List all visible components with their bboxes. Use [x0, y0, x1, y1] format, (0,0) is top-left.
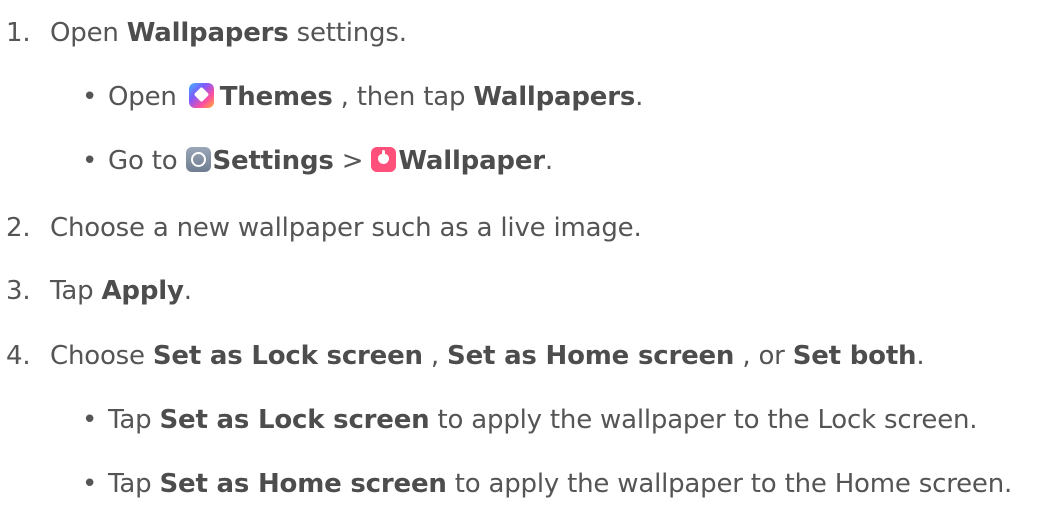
- substep-text: to apply the wallpaper to the Home scree…: [446, 469, 1013, 499]
- substep-text: .: [544, 146, 553, 176]
- step-text: Choose: [50, 341, 153, 371]
- step-1-substep-2: • Go to Settings > Wallpaper.: [82, 143, 553, 179]
- step-text: , or: [734, 341, 793, 371]
- step-emphasis: Set as Lock screen: [152, 341, 423, 371]
- step-4: 4. Choose Set as Lock screen , Set as Hom…: [0, 338, 925, 374]
- step-4-substep-1: • Tap Set as Lock screen to apply the wal…: [82, 402, 978, 438]
- step-number: 3.: [6, 276, 31, 306]
- step-text: Choose a new wallpaper such as a live im…: [50, 213, 642, 243]
- substep-text: , then tap: [332, 82, 474, 112]
- substep-emphasis: Wallpaper: [398, 146, 545, 176]
- step-3: 3. Tap Apply.: [0, 273, 192, 309]
- substep-text: Tap: [108, 469, 160, 499]
- substep-text: >: [333, 146, 372, 176]
- substep-emphasis: Set as Lock screen: [159, 405, 430, 435]
- step-1: 1. Open Wallpapers settings.: [0, 15, 407, 51]
- substep-text: Tap: [108, 405, 160, 435]
- substep-emphasis: Themes: [219, 82, 333, 112]
- step-number: 1.: [6, 18, 31, 48]
- step-text: ,: [422, 341, 448, 371]
- substep-emphasis: Settings: [212, 146, 334, 176]
- step-2: 2. Choose a new wallpaper such as a live …: [0, 210, 642, 246]
- step-4-substep-2: • Tap Set as Home screen to apply the wal…: [82, 466, 1012, 502]
- step-emphasis: Apply: [101, 276, 184, 306]
- step-text: Open: [50, 18, 127, 48]
- substep-emphasis: Wallpapers: [473, 82, 636, 112]
- settings-icon: [185, 147, 211, 172]
- step-text: .: [183, 276, 192, 306]
- wallpaper-icon: [371, 147, 397, 172]
- step-text: settings.: [288, 18, 407, 48]
- substep-text: Open: [108, 82, 185, 112]
- themes-icon: [188, 83, 214, 108]
- bullet: •: [82, 146, 98, 176]
- step-emphasis: Wallpapers: [126, 18, 289, 48]
- step-text: .: [916, 341, 925, 371]
- bullet: •: [82, 82, 98, 112]
- substep-text: Go to: [108, 146, 186, 176]
- substep-emphasis: Set as Home screen: [159, 469, 447, 499]
- instructions-document: 1. Open Wallpapers settings. • Open Themes…: [0, 0, 1058, 525]
- step-emphasis: Set as Home screen: [447, 341, 735, 371]
- bullet: •: [82, 405, 98, 435]
- step-emphasis: Set both: [792, 341, 917, 371]
- bullet: •: [82, 469, 98, 499]
- step-text: Tap: [50, 276, 102, 306]
- substep-text: .: [635, 82, 644, 112]
- step-number: 2.: [6, 213, 31, 243]
- substep-text: to apply the wallpaper to the Lock scree…: [429, 405, 978, 435]
- step-1-substep-1: • Open Themes , then tap Wallpapers.: [82, 79, 643, 115]
- step-number: 4.: [6, 341, 31, 371]
